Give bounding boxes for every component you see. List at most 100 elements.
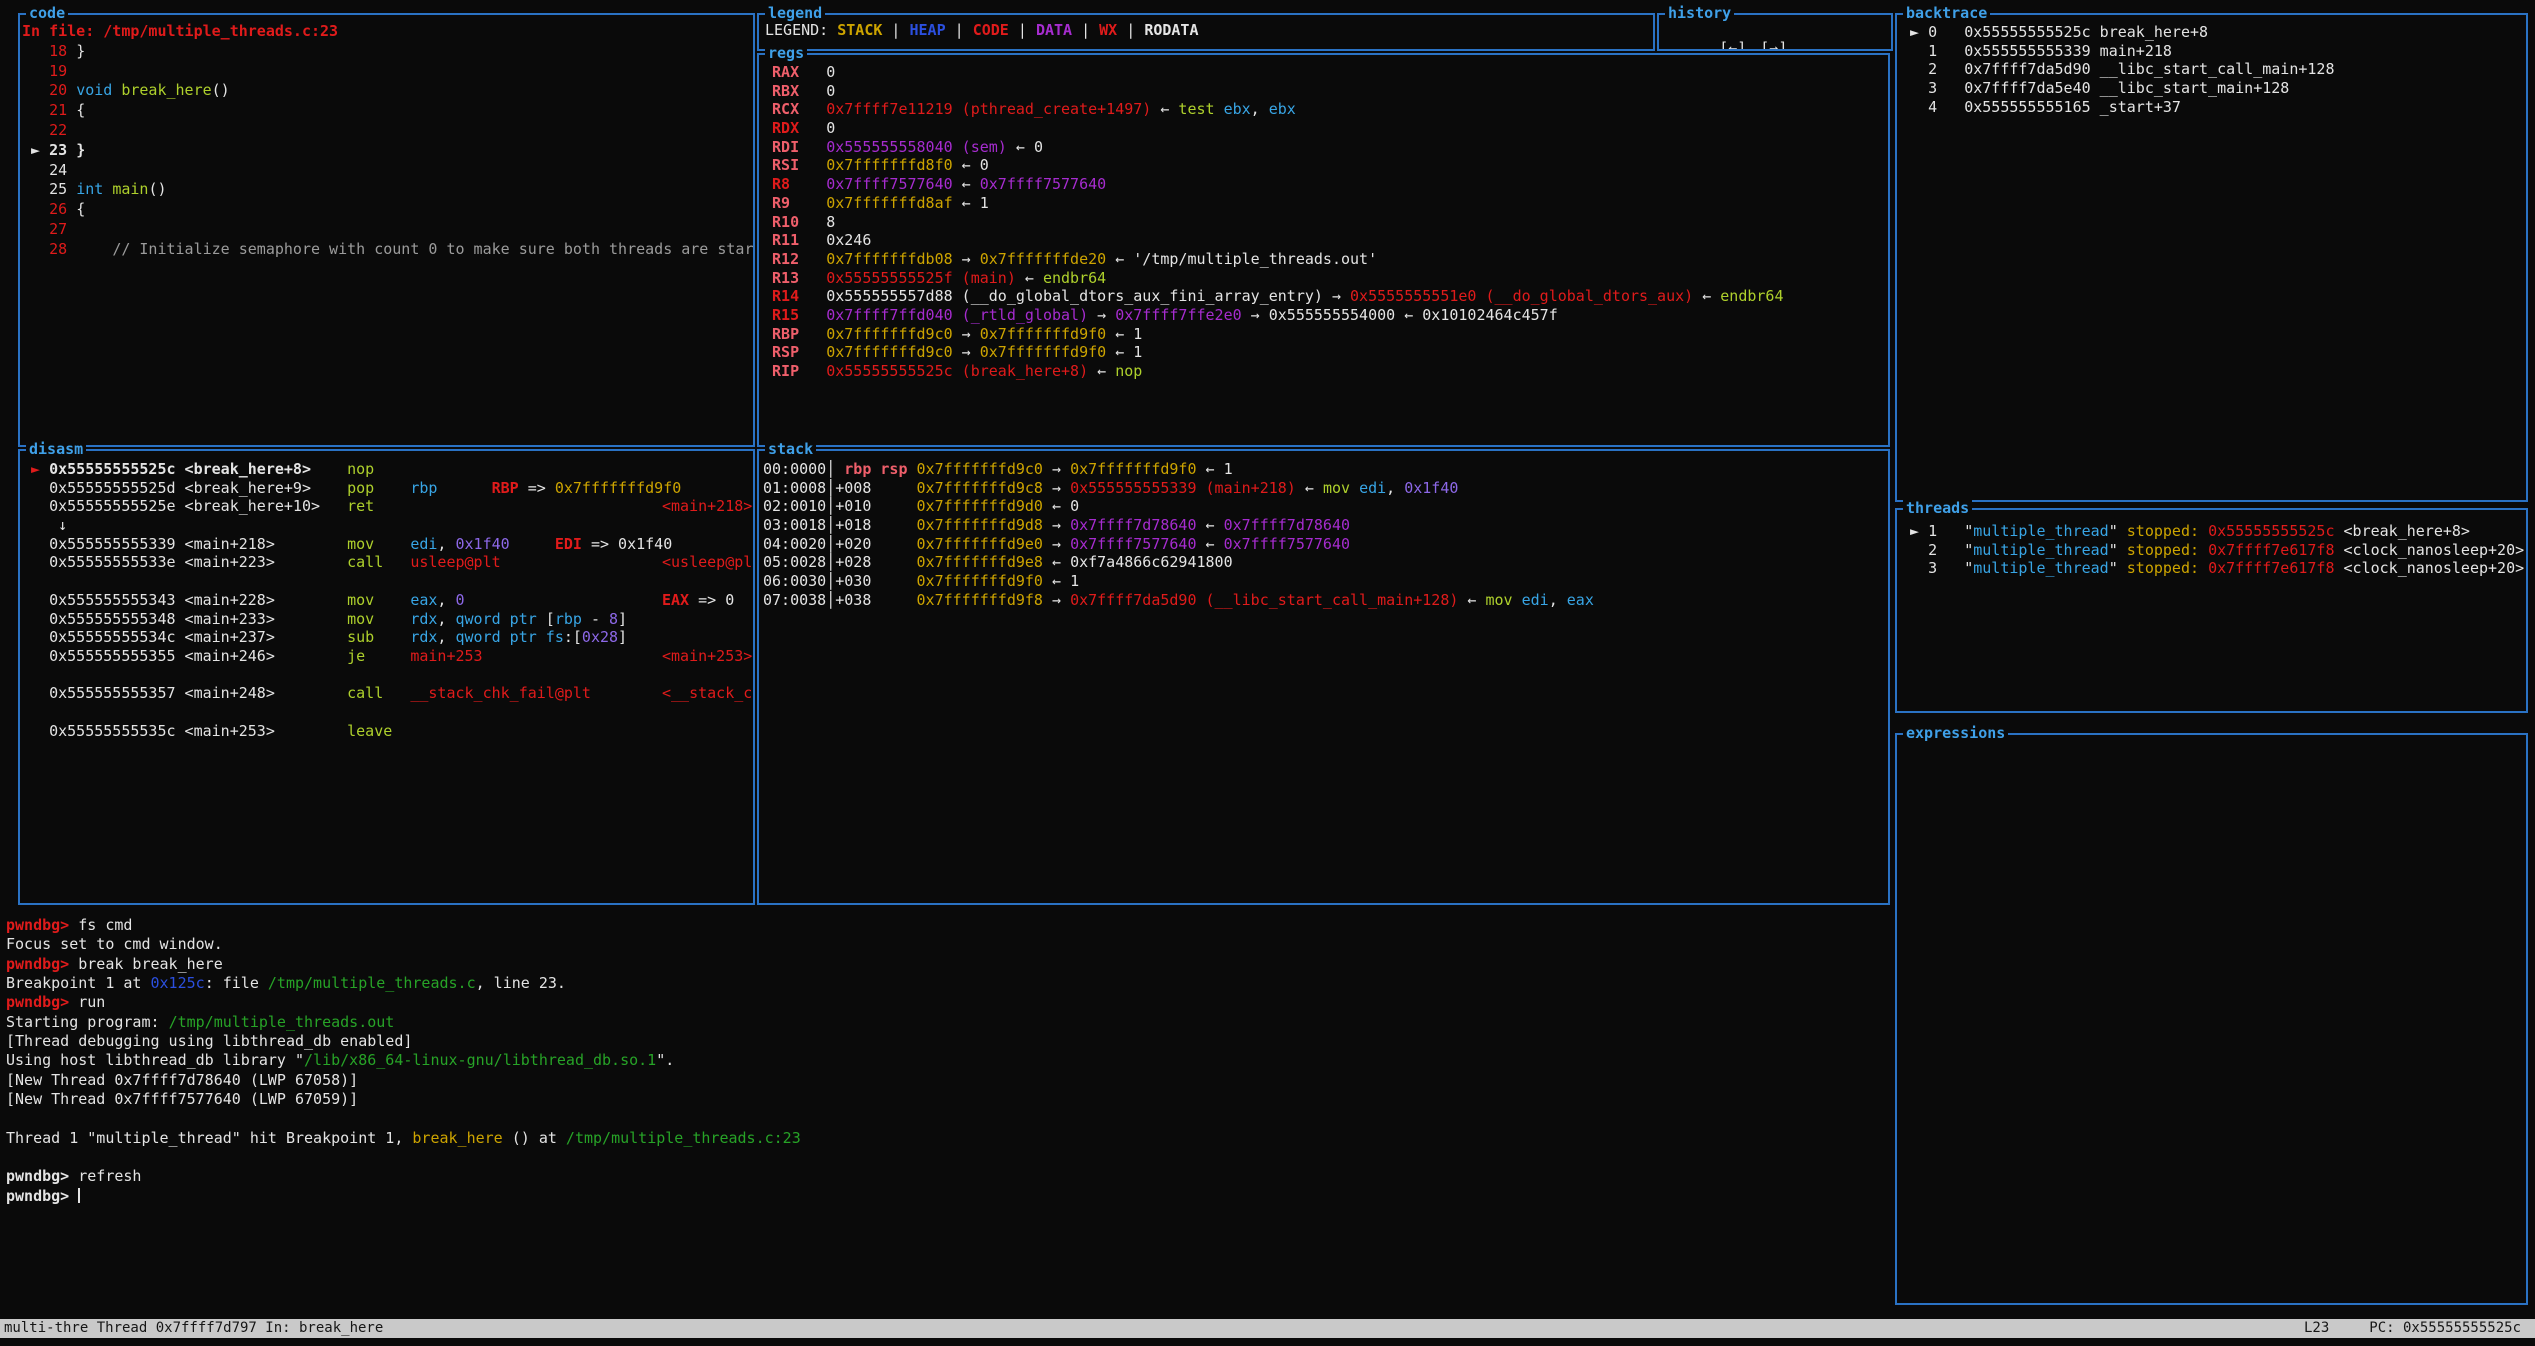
term-line: 3 "multiple_thread" stopped: 0x7ffff7e61… — [1901, 559, 2526, 578]
term-line: [New Thread 0x7ffff7d78640 (LWP 67058)] — [6, 1071, 1890, 1090]
term-line: 0x555555555357 <main+248> call __stack_c… — [22, 684, 753, 703]
threads-panel-content: ► 1 "multiple_thread" stopped: 0x5555555… — [1897, 510, 2526, 711]
term-line: R15 0x7ffff7ffd040 (_rtld_global) → 0x7f… — [763, 306, 1888, 325]
term-line: 24 — [22, 161, 753, 181]
term-line: 02:0010│+010 0x7fffffffd9d0 ← 0 — [763, 497, 1888, 516]
status-pc: PC: 0x55555555525c — [2369, 1319, 2521, 1338]
term-line: 20 void break_here() — [22, 81, 753, 101]
term-line: 1 0x555555555339 main+218 — [1901, 42, 2526, 61]
term-line: 4 0x555555555165 _start+37 — [1901, 98, 2526, 117]
term-line: R11 0x246 — [763, 231, 1888, 250]
term-line: R8 0x7ffff7577640 ← 0x7ffff7577640 — [763, 175, 1888, 194]
term-line: RSP 0x7fffffffd9c0 → 0x7fffffffd9f0 ← 1 — [763, 343, 1888, 362]
term-line: pwndbg> run — [6, 993, 1890, 1012]
expressions-panel: expressions — [1895, 733, 2528, 1305]
term-line: R9 0x7fffffffd8af ← 1 — [763, 194, 1888, 213]
term-line — [6, 1109, 1890, 1128]
term-line: 26 { — [22, 200, 753, 220]
term-line: Thread 1 "multiple_thread" hit Breakpoin… — [6, 1129, 1890, 1148]
term-line — [22, 572, 753, 591]
term-line: Focus set to cmd window. — [6, 935, 1890, 954]
term-line: Starting program: /tmp/multiple_threads.… — [6, 1013, 1890, 1032]
term-line: R10 8 — [763, 213, 1888, 232]
term-line: 22 — [22, 121, 753, 141]
legend-panel: legend LEGEND: STACK | HEAP | CODE | DAT… — [757, 13, 1655, 51]
expressions-panel-content — [1897, 735, 2526, 1303]
code-panel: code In file: /tmp/multiple_threads.c:23… — [18, 13, 755, 447]
term-line: 0x555555555355 <main+246> je main+253<ma… — [22, 647, 753, 666]
code-panel-content: In file: /tmp/multiple_threads.c:23 18 }… — [20, 15, 753, 445]
term-line: 27 — [22, 220, 753, 240]
term-line: 28 // Initialize semaphore with count 0 … — [22, 240, 753, 260]
history-forward-button[interactable]: [→] — [1760, 39, 1787, 49]
term-line: 0x555555555339 <main+218> mov edi, 0x1f4… — [22, 535, 753, 554]
term-line: 2 "multiple_thread" stopped: 0x7ffff7e61… — [1901, 541, 2526, 560]
term-line — [6, 1148, 1890, 1167]
disasm-panel-content: ► 0x55555555525c <break_here+8> nop 0x55… — [20, 451, 753, 903]
term-line — [22, 703, 753, 722]
term-line: ► 0x55555555525c <break_here+8> nop — [22, 460, 753, 479]
registers-panel-content: RAX 0 RBX 0 RCX 0x7ffff7e11219 (pthread_… — [759, 55, 1888, 445]
term-line: LEGEND: STACK | HEAP | CODE | DATA | WX … — [765, 21, 1653, 40]
term-line: 18 } — [22, 42, 753, 62]
term-line: In file: /tmp/multiple_threads.c:23 — [22, 22, 753, 42]
pwndbg-debugger-screen: code In file: /tmp/multiple_threads.c:23… — [0, 0, 2535, 1346]
term-line: 06:0030│+030 0x7fffffffd9f0 ← 1 — [763, 572, 1888, 591]
term-line: 25 int main() — [22, 180, 753, 200]
term-line: RAX 0 — [763, 63, 1888, 82]
legend-panel-content: LEGEND: STACK | HEAP | CODE | DATA | WX … — [759, 15, 1653, 49]
console-output[interactable]: pwndbg> fs cmdFocus set to cmd window.pw… — [0, 912, 1890, 1312]
term-line: 0x55555555533e <main+223> call usleep@pl… — [22, 553, 753, 572]
term-line: 3 0x7ffff7da5e40 __libc_start_main+128 — [1901, 79, 2526, 98]
term-line: pwndbg> — [6, 1187, 1890, 1206]
term-line — [22, 666, 753, 685]
term-line: 0x55555555534c <main+237> sub rdx, qword… — [22, 628, 753, 647]
term-line: [Thread debugging using libthread_db ena… — [6, 1032, 1890, 1051]
term-line: R12 0x7fffffffdb08 → 0x7fffffffde20 ← '/… — [763, 250, 1888, 269]
term-line: 03:0018│+018 0x7fffffffd9d8 → 0x7ffff7d7… — [763, 516, 1888, 535]
term-line: 2 0x7ffff7da5d90 __libc_start_call_main+… — [1901, 60, 2526, 79]
term-line: 0x55555555535c <main+253> leave — [22, 722, 753, 741]
term-line: RBX 0 — [763, 82, 1888, 101]
term-line: 00:0000│ rbp rsp 0x7fffffffd9c0 → 0x7fff… — [763, 460, 1888, 479]
term-line: ► 23 } — [22, 141, 753, 161]
history-panel: history [←][→] — [1657, 13, 1893, 51]
term-line: 07:0038│+038 0x7fffffffd9f8 → 0x7ffff7da… — [763, 591, 1888, 610]
term-line: R13 0x55555555525f (main) ← endbr64 — [763, 269, 1888, 288]
term-line: 21 { — [22, 101, 753, 121]
disasm-panel: disasm ► 0x55555555525c <break_here+8> n… — [18, 449, 755, 905]
stack-panel-content: 00:0000│ rbp rsp 0x7fffffffd9c0 → 0x7fff… — [759, 451, 1888, 903]
backtrace-panel: backtrace ► 0 0x55555555525c break_here+… — [1895, 13, 2528, 502]
term-line: 05:0028│+028 0x7fffffffd9e8 ← 0xf7a4866c… — [763, 553, 1888, 572]
term-line: RDX 0 — [763, 119, 1888, 138]
term-line: Breakpoint 1 at 0x125c: file /tmp/multip… — [6, 974, 1890, 993]
term-line: 01:0008│+008 0x7fffffffd9c8 → 0x55555555… — [763, 479, 1888, 498]
term-line: RDI 0x555555558040 (sem) ← 0 — [763, 138, 1888, 157]
history-panel-content: [←] [→] — [1659, 15, 1891, 49]
status-bar: multi-thre Thread 0x7ffff7d797 In: break… — [0, 1319, 2535, 1338]
backtrace-panel-content: ► 0 0x55555555525c break_here+8 1 0x5555… — [1897, 15, 2526, 500]
term-line: 04:0020│+020 0x7fffffffd9e0 → 0x7ffff757… — [763, 535, 1888, 554]
term-line: pwndbg> refresh — [6, 1167, 1890, 1186]
registers-panel: regs RAX 0 RBX 0 RCX 0x7ffff7e11219 (pth… — [757, 53, 1890, 447]
status-line-number: L23 — [2304, 1319, 2329, 1338]
term-line: RCX 0x7ffff7e11219 (pthread_create+1497)… — [763, 100, 1888, 119]
history-back-button[interactable]: [←] — [1719, 39, 1746, 49]
term-line: 19 — [22, 62, 753, 82]
term-line: ► 0 0x55555555525c break_here+8 — [1901, 23, 2526, 42]
stack-panel: stack 00:0000│ rbp rsp 0x7fffffffd9c0 → … — [757, 449, 1890, 905]
term-line: [New Thread 0x7ffff7577640 (LWP 67059)] — [6, 1090, 1890, 1109]
term-line: ► 1 "multiple_thread" stopped: 0x5555555… — [1901, 522, 2526, 541]
console-lines: pwndbg> fs cmdFocus set to cmd window.pw… — [0, 912, 1890, 1206]
term-line: pwndbg> fs cmd — [6, 916, 1890, 935]
term-line: 0x555555555348 <main+233> mov rdx, qword… — [22, 610, 753, 629]
status-bar-left: multi-thre Thread 0x7ffff7d797 In: break… — [4, 1319, 383, 1338]
term-line: RBP 0x7fffffffd9c0 → 0x7fffffffd9f0 ← 1 — [763, 325, 1888, 344]
term-line: ↓ — [22, 516, 753, 535]
threads-panel: threads ► 1 "multiple_thread" stopped: 0… — [1895, 508, 2528, 713]
term-line: 0x55555555525e <break_here+10> ret<main+… — [22, 497, 753, 516]
term-line: R14 0x555555557d88 (__do_global_dtors_au… — [763, 287, 1888, 306]
term-line: 0x555555555343 <main+228> mov eax, 0EAX … — [22, 591, 753, 610]
term-line: pwndbg> break break_here — [6, 955, 1890, 974]
term-line: 0x55555555525d <break_here+9> pop rbp RB… — [22, 479, 753, 498]
